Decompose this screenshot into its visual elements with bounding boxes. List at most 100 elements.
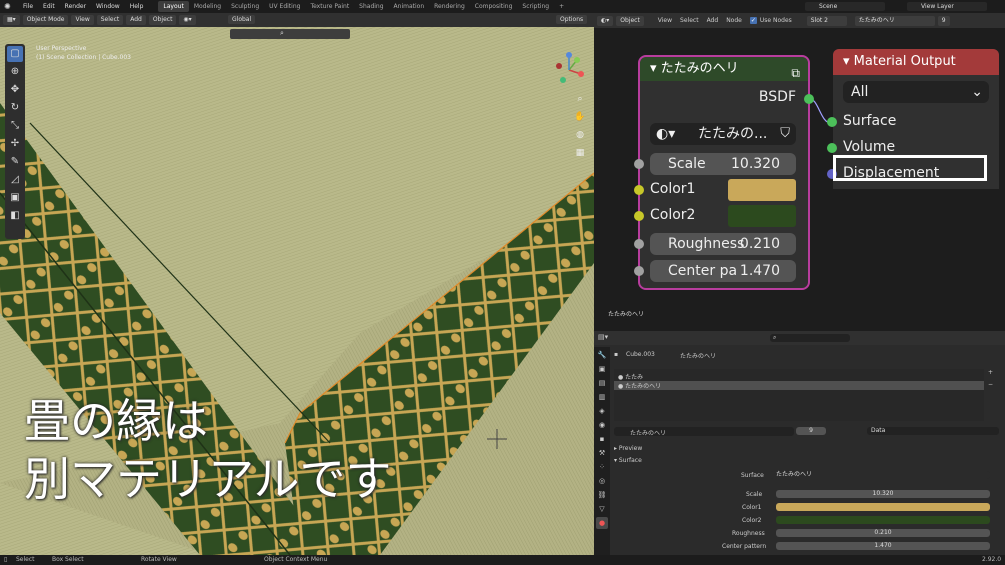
material-datablock-field[interactable]: たたみのヘリ xyxy=(614,427,794,437)
transform-tool-icon[interactable]: ✢ xyxy=(7,136,23,152)
viewport-search-field[interactable]: ⌕ xyxy=(230,29,350,39)
node-group-datablock[interactable]: ◐▾ たたみの... ⛉ xyxy=(650,123,796,145)
prop-color2-swatch[interactable] xyxy=(776,516,990,524)
remove-slot-icon[interactable]: − xyxy=(988,381,993,388)
menu-help[interactable]: Help xyxy=(125,3,149,10)
center-pattern-field[interactable]: Center pa 1.470 xyxy=(650,260,796,282)
properties-editor-type-icon[interactable]: ▤▾ xyxy=(598,333,608,341)
viewport-menu-select[interactable]: Select xyxy=(96,15,124,25)
zoom-icon[interactable]: ⌕ xyxy=(573,92,587,106)
constraints-tab-icon[interactable]: ⛓ xyxy=(596,489,608,501)
add-slot-icon[interactable]: + xyxy=(988,369,993,376)
viewport-menu-view[interactable]: View xyxy=(71,15,94,25)
extrude-tool-icon[interactable]: ◧ xyxy=(7,208,23,224)
viewport-menu-add[interactable]: Add xyxy=(126,15,146,25)
surface-shader-field[interactable]: たたみのヘリ xyxy=(770,471,990,479)
tab-rendering[interactable]: Rendering xyxy=(429,1,470,12)
tab-modeling[interactable]: Modeling xyxy=(189,1,226,12)
output-target-dropdown[interactable]: All ⌄ xyxy=(843,81,989,103)
annotate-tool-icon[interactable]: ✎ xyxy=(7,154,23,170)
scene-tab-icon[interactable]: ◈ xyxy=(596,405,608,417)
node-menu-select[interactable]: Select xyxy=(676,17,703,24)
view-layer-selector[interactable]: View Layer xyxy=(907,2,987,11)
add-cube-tool-icon[interactable]: ▣ xyxy=(7,190,23,206)
center-pattern-input-socket[interactable] xyxy=(634,266,644,276)
slot-selector[interactable]: Slot 2 xyxy=(806,15,847,26)
measure-tool-icon[interactable]: ◿ xyxy=(7,172,23,188)
material-users-field[interactable]: 9 xyxy=(796,427,826,435)
roughness-field[interactable]: Roughness 0.210 xyxy=(650,233,796,255)
physics-tab-icon[interactable]: ◎ xyxy=(596,475,608,487)
collapse-arrow-icon[interactable]: ▾ xyxy=(650,61,657,76)
move-tool-icon[interactable]: ✥ xyxy=(7,82,23,98)
data-tab-icon[interactable]: ▽ xyxy=(596,503,608,515)
tab-animation[interactable]: Animation xyxy=(389,1,430,12)
tool-tab-icon[interactable]: 🔧 xyxy=(596,349,608,361)
material-slot-tatami[interactable]: ● たたみ xyxy=(618,372,643,381)
material-users-count[interactable]: 9 xyxy=(937,15,950,26)
view-layer-tab-icon[interactable]: ▥ xyxy=(596,391,608,403)
link-selector[interactable]: Data xyxy=(867,427,999,435)
tab-uv-editing[interactable]: UV Editing xyxy=(264,1,305,12)
use-nodes-checkbox[interactable]: ✓ xyxy=(749,17,757,24)
viewport-overlays-icon[interactable]: ◉▾ xyxy=(179,15,196,25)
grid-perspective-icon[interactable]: ▦ xyxy=(573,146,587,160)
node-menu-view[interactable]: View xyxy=(654,17,676,24)
options-dropdown[interactable]: Options xyxy=(556,15,588,24)
output-tab-icon[interactable]: ▤ xyxy=(596,377,608,389)
select-box-tool-icon[interactable]: ▢ xyxy=(7,46,23,62)
node-menu-add[interactable]: Add xyxy=(703,17,723,24)
fake-user-shield-icon[interactable]: ⛉ xyxy=(780,123,790,145)
material-selector[interactable]: たたみのヘリ xyxy=(854,15,935,26)
prop-center-pattern-field[interactable]: 1.470 xyxy=(776,542,990,550)
tab-sculpting[interactable]: Sculpting xyxy=(226,1,264,12)
pan-hand-icon[interactable]: ✋ xyxy=(573,110,587,124)
material-output-node[interactable]: ▾ Material Output All ⌄ Surface Volume D… xyxy=(827,49,999,189)
blender-logo-icon[interactable]: ✺ xyxy=(4,2,14,12)
material-output-header[interactable]: ▾ Material Output xyxy=(833,49,999,75)
node-menu-node[interactable]: Node xyxy=(722,17,746,24)
node-editor-type-icon[interactable]: ◐▾ xyxy=(597,15,614,26)
bsdf-output-socket[interactable] xyxy=(804,94,814,104)
node-editor-canvas[interactable]: ▾ たたみのヘリ ⧉ BSDF ◐▾ たたみの... ⛉ Scale 10.32… xyxy=(594,28,1005,331)
material-tab-icon[interactable]: ● xyxy=(596,517,608,529)
object-tab-icon[interactable]: ▪ xyxy=(596,433,608,445)
menu-file[interactable]: File xyxy=(18,3,38,10)
collapse-arrow-icon[interactable]: ▾ xyxy=(843,54,850,69)
add-workspace-button[interactable]: + xyxy=(554,3,569,10)
particles-tab-icon[interactable]: ⁘ xyxy=(596,461,608,473)
color1-swatch[interactable] xyxy=(728,179,796,201)
tab-scripting[interactable]: Scripting xyxy=(517,1,554,12)
node-group-icon[interactable]: ⧉ xyxy=(791,61,800,85)
menu-edit[interactable]: Edit xyxy=(38,3,60,10)
menu-window[interactable]: Window xyxy=(91,3,125,10)
properties-search-input[interactable]: ⌕ xyxy=(770,334,850,342)
surface-input-socket[interactable] xyxy=(827,117,837,127)
color1-input-socket[interactable] xyxy=(634,185,644,195)
scale-field[interactable]: Scale 10.320 xyxy=(650,153,796,175)
modifier-tab-icon[interactable]: ⚒ xyxy=(596,447,608,459)
material-slot-heri[interactable]: ● たたみのヘリ xyxy=(614,381,984,390)
color2-swatch[interactable] xyxy=(728,205,796,227)
mode-selector[interactable]: Object Mode xyxy=(22,15,69,25)
group-node-tatami-heri[interactable]: ▾ たたみのヘリ ⧉ BSDF ◐▾ たたみの... ⛉ Scale 10.32… xyxy=(634,55,814,290)
surface-panel-header[interactable]: ▾ Surface xyxy=(614,457,642,464)
editor-type-button[interactable]: ▦▾ xyxy=(3,15,20,25)
prop-scale-field[interactable]: 10.320 xyxy=(776,490,990,498)
volume-input-socket[interactable] xyxy=(827,143,837,153)
menu-render[interactable]: Render xyxy=(60,3,91,10)
color2-input-socket[interactable] xyxy=(634,211,644,221)
prop-color1-swatch[interactable] xyxy=(776,503,990,511)
rotate-tool-icon[interactable]: ↻ xyxy=(7,100,23,116)
tab-texture-paint[interactable]: Texture Paint xyxy=(305,1,354,12)
camera-view-icon[interactable]: ◍ xyxy=(573,128,587,142)
transform-orientation-selector[interactable]: Global xyxy=(228,15,256,24)
viewport-menu-object[interactable]: Object xyxy=(148,15,177,25)
render-tab-icon[interactable]: ▣ xyxy=(596,363,608,375)
tab-compositing[interactable]: Compositing xyxy=(470,1,518,12)
tab-shading[interactable]: Shading xyxy=(354,1,388,12)
prop-roughness-field[interactable]: 0.210 xyxy=(776,529,990,537)
tab-layout[interactable]: Layout xyxy=(158,1,189,12)
group-node-header[interactable]: ▾ たたみのヘリ ⧉ xyxy=(640,57,808,81)
cursor-tool-icon[interactable]: ⊕ xyxy=(7,64,23,80)
